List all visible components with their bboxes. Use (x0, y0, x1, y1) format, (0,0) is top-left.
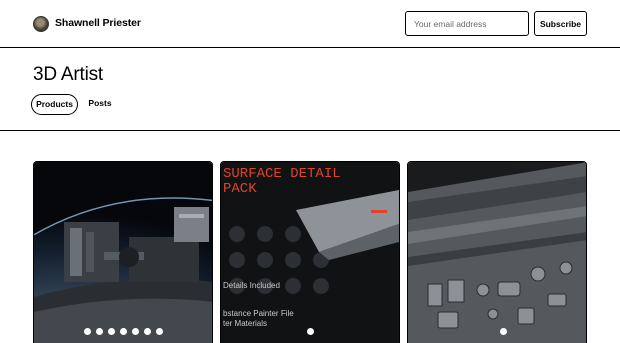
pack-caption-3: ter Materials (223, 319, 267, 328)
carousel-dot[interactable] (500, 328, 507, 335)
carousel-dots (221, 328, 399, 335)
carousel-dot[interactable] (95, 328, 103, 335)
product-card-metal-panels[interactable] (407, 161, 587, 343)
carousel-dots (408, 328, 586, 335)
space-station-image (34, 162, 212, 343)
top-bar: Shawnell Priester Subscribe (0, 0, 620, 48)
carousel-dots (34, 328, 212, 335)
metal-panel-image (408, 162, 586, 343)
carousel-dot[interactable] (119, 328, 127, 335)
creator-name[interactable]: Shawnell Priester (55, 17, 141, 29)
tab-posts[interactable]: Posts (84, 94, 116, 115)
carousel-dot[interactable] (143, 328, 151, 335)
pack-caption-2: bstance Painter File (223, 309, 294, 318)
carousel-dot[interactable] (131, 328, 139, 335)
carousel-dot[interactable] (83, 328, 91, 335)
carousel-dot[interactable] (306, 328, 314, 335)
product-card-surface-detail-pack[interactable]: SURFACE DETAIL PACK Details Included bst… (220, 161, 400, 343)
product-card-space-station[interactable] (33, 161, 213, 343)
subscribe-button[interactable]: Subscribe (534, 11, 587, 36)
carousel-dot[interactable] (107, 328, 115, 335)
page-title: 3D Artist (33, 64, 103, 85)
pack-title-line-1: SURFACE DETAIL (223, 166, 341, 182)
email-field[interactable] (405, 11, 529, 36)
avatar[interactable] (33, 16, 49, 32)
pack-caption-1: Details Included (223, 281, 280, 290)
tab-products[interactable]: Products (31, 94, 78, 115)
profile-header: 3D Artist Products Posts (0, 48, 620, 131)
pack-title-line-2: PACK (223, 181, 257, 197)
carousel-dot[interactable] (155, 328, 163, 335)
surface-detail-image: SURFACE DETAIL PACK Details Included bst… (221, 162, 399, 343)
